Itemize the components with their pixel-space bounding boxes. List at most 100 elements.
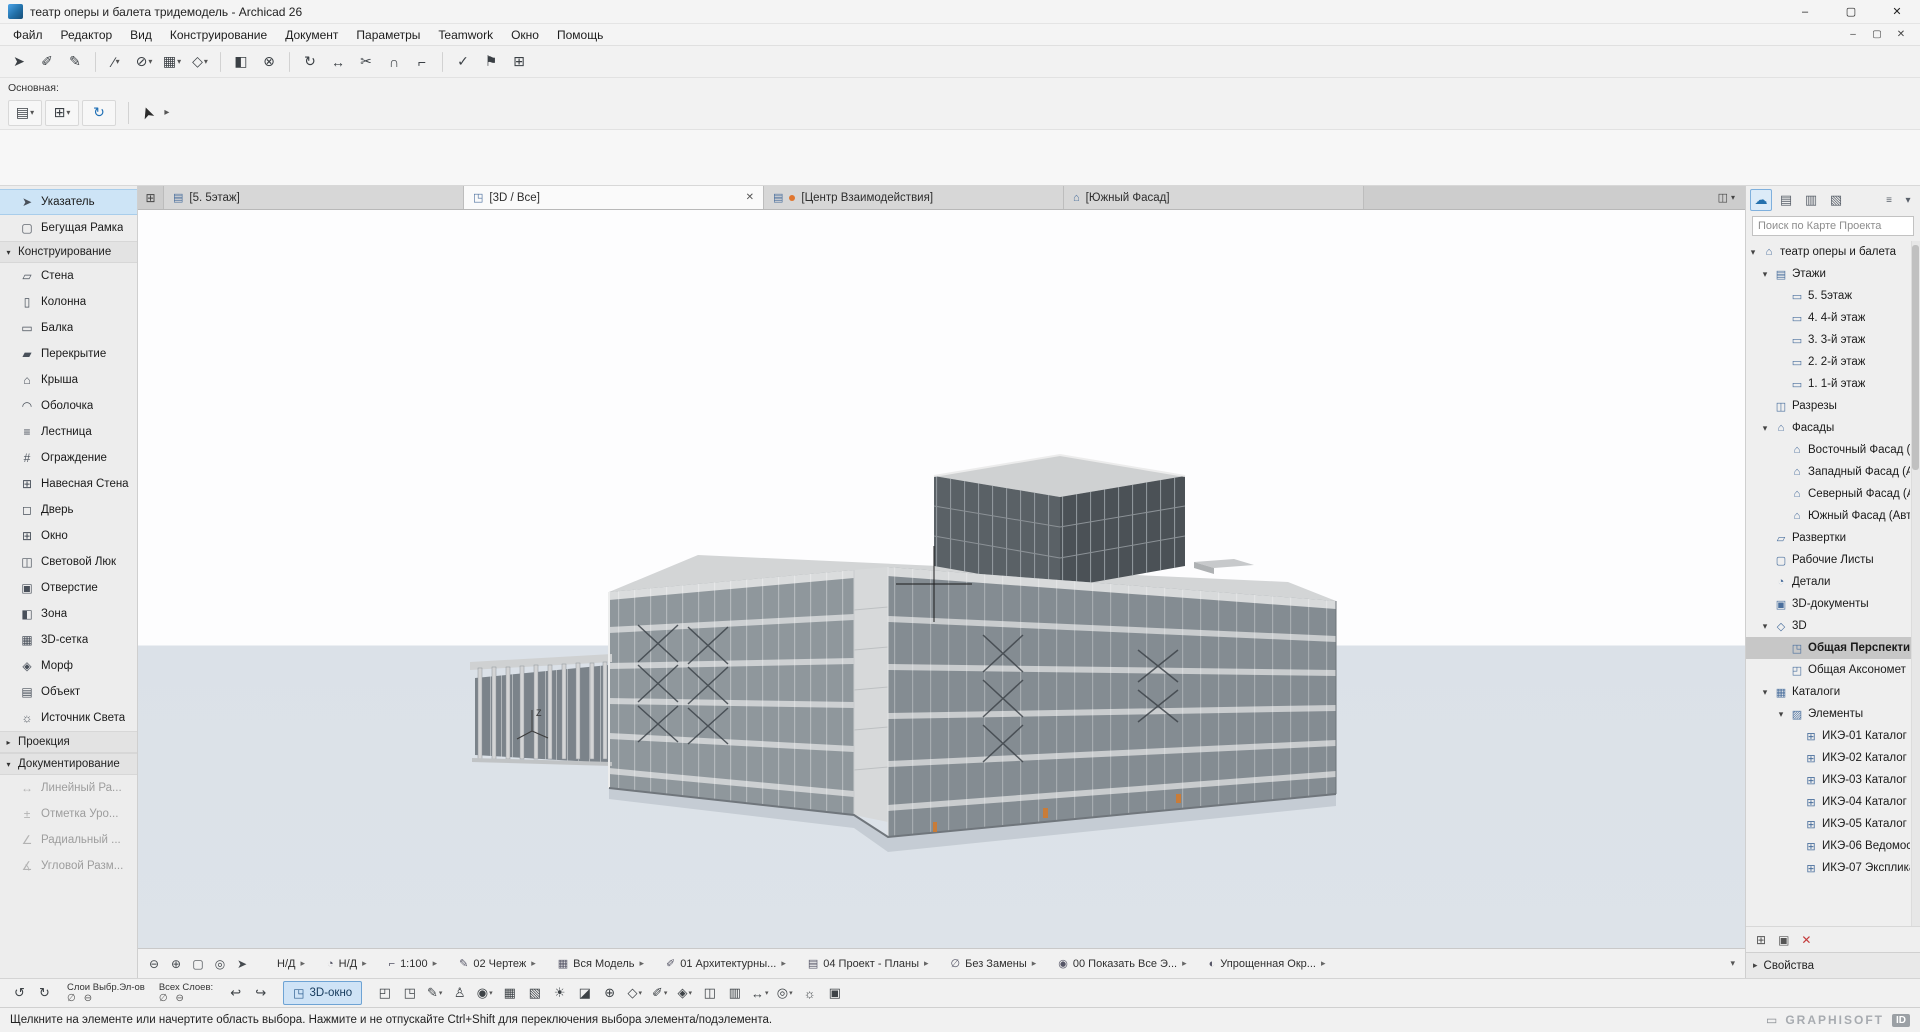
layer-toggle-icon[interactable]: ∅ <box>67 993 76 1004</box>
tree-row[interactable]: ▱ Развертки <box>1746 527 1920 549</box>
3d-view-button[interactable]: ◫ ▾ <box>698 982 721 1004</box>
navigator-map-icon[interactable]: ▤ <box>1775 189 1797 211</box>
toolbox-item[interactable]: ▰ Перекрытие <box>0 341 137 367</box>
tree-row[interactable]: ⌂ Северный Фасад (А <box>1746 483 1920 505</box>
3d-view-button[interactable]: ▦ ▾ <box>498 982 521 1004</box>
quickbar-combo[interactable]: ▤ 04 Проект - Планы ▸ <box>804 957 933 970</box>
3d-view-button[interactable]: ◈ ▾ <box>673 982 696 1004</box>
tree-row[interactable]: ◫ Разрезы <box>1746 395 1920 417</box>
toolbox-item[interactable]: ◻ Дверь <box>0 497 137 523</box>
document-tab[interactable]: ⌂ [Южный Фасад] ✕ <box>1064 186 1364 209</box>
navigator-action-icon[interactable]: ⊞ <box>1756 933 1766 947</box>
toolbox-item[interactable]: ▸ Проекция <box>0 731 137 753</box>
quickbar-icon[interactable]: ⊕ <box>166 954 186 974</box>
3d-view-button[interactable]: ◇ ▾ <box>623 982 646 1004</box>
minimize-button[interactable]: – <box>1782 0 1828 23</box>
menu-item[interactable]: Конструирование <box>161 28 276 42</box>
tree-row[interactable]: ▭ 4. 4-й этаж <box>1746 307 1920 329</box>
navigator-options-icon[interactable]: ▾ <box>1900 189 1916 211</box>
expand-chevron-icon[interactable]: ▸ <box>1753 960 1758 971</box>
3d-view-button[interactable]: ☼ ▾ <box>798 982 821 1004</box>
tree-row[interactable]: ▭ 5. 5этаж <box>1746 285 1920 307</box>
menu-item[interactable]: Документ <box>276 28 347 42</box>
tree-row[interactable]: ⊞ ИКЭ-05 Каталог С <box>1746 813 1920 835</box>
tree-row[interactable]: ◰ Общая Аксономет <box>1746 659 1920 681</box>
toolbox-item[interactable]: ▯ Колонна <box>0 289 137 315</box>
tab-list-icon[interactable]: ⊞ <box>138 186 164 209</box>
3d-view-button[interactable]: ✎ ▾ <box>423 982 446 1004</box>
toolbox-item[interactable]: ◧ Зона <box>0 601 137 627</box>
tree-row[interactable]: ⌂ Южный Фасад (Авт <box>1746 505 1920 527</box>
view-nav-icon[interactable]: ↪ <box>249 982 272 1004</box>
tree-row[interactable]: ▾ ⌂ театр оперы и балета <box>1746 241 1920 263</box>
toolbox-item[interactable]: ∡ Угловой Разм... <box>0 853 137 879</box>
document-tab[interactable]: ◳ [3D / Все] ✕ <box>464 186 764 209</box>
layer-toggle-icon[interactable]: ⊖ <box>84 993 92 1004</box>
3d-view-button[interactable]: ◪ ▾ <box>573 982 596 1004</box>
tree-chevron-icon[interactable]: ▾ <box>1748 247 1758 258</box>
3d-view-button[interactable]: ↔ ▾ <box>748 982 771 1004</box>
toolbar-button[interactable]: ✎ ▾ <box>62 50 88 74</box>
toolbox-item[interactable]: ◈ Морф <box>0 653 137 679</box>
quickbar-combo[interactable]: ⌐ 1:100 ▸ <box>385 958 442 970</box>
toolbox-item[interactable]: ▦ 3D-сетка <box>0 627 137 653</box>
layer-toggle-icon[interactable]: ∅ <box>159 993 168 1004</box>
toolbox-item[interactable]: ☼ Источник Света <box>0 705 137 731</box>
tab-close-icon[interactable]: ✕ <box>746 192 754 203</box>
restore-button[interactable]: ▢ <box>1828 0 1874 23</box>
quickbar-combo[interactable]: ✎ 02 Чертеж ▸ <box>455 957 540 970</box>
menu-item[interactable]: Вид <box>121 28 161 42</box>
toolbar-button[interactable]: ▾ <box>220 52 221 72</box>
tree-row[interactable]: ▾ ◇ 3D <box>1746 615 1920 637</box>
toolbox-item[interactable]: ⊞ Навесная Стена <box>0 471 137 497</box>
tree-row[interactable]: ▾ ⌂ Фасады <box>1746 417 1920 439</box>
document-tab[interactable]: ▤ [Центр Взаимодействия] ✕ <box>764 186 1064 209</box>
toolbox-item[interactable]: ➤ Указатель <box>0 189 137 215</box>
toolbox-item[interactable]: ◫ Световой Люк <box>0 549 137 575</box>
3d-viewport[interactable]: Z <box>138 210 1745 948</box>
tree-row[interactable]: ▾ ▤ Этажи <box>1746 263 1920 285</box>
tree-row[interactable]: ⊞ ИКЭ-01 Каталог С <box>1746 725 1920 747</box>
info-toolbar-button[interactable]: ▤ ▾ <box>8 100 42 126</box>
tree-row[interactable]: ▭ 1. 1-й этаж <box>1746 373 1920 395</box>
toolbox-item[interactable]: ◠ Оболочка <box>0 393 137 419</box>
toolbar-button[interactable]: ◇ ▾ <box>187 50 213 74</box>
toolbar-button[interactable]: ⊗ ▾ <box>256 50 282 74</box>
tree-row[interactable]: ⊞ ИКЭ-06 Ведомост <box>1746 835 1920 857</box>
toolbox-item[interactable]: ▭ Балка <box>0 315 137 341</box>
quickbar-combo[interactable]: ▦ Вся Модель ▸ <box>554 957 648 970</box>
toolbar-button[interactable]: ➤ ▾ <box>6 50 32 74</box>
tree-row[interactable]: ⊞ ИКЭ-04 Каталог С <box>1746 791 1920 813</box>
toolbox-item[interactable]: # Ограждение <box>0 445 137 471</box>
layer-toggle-icon[interactable]: ⊖ <box>176 993 184 1004</box>
tree-row[interactable]: ◳ Общая Перспекти <box>1746 637 1920 659</box>
info-toolbar-button[interactable]: ↻ ▾ <box>82 100 116 126</box>
tree-scrollbar[interactable] <box>1911 241 1920 926</box>
toolbar-button[interactable]: ↔ ▾ <box>325 50 351 74</box>
3d-view-button[interactable]: ▥ ▾ <box>723 982 746 1004</box>
toolbox-item[interactable]: ▾ Конструирование <box>0 241 137 263</box>
tree-row[interactable]: ▾ ▦ Каталоги <box>1746 681 1920 703</box>
tree-row[interactable]: ⊞ ИКЭ-02 Каталог В <box>1746 747 1920 769</box>
toolbar-button[interactable]: ▦ ▾ <box>159 50 185 74</box>
tree-row[interactable]: ⌂ Восточный Фасад ( <box>1746 439 1920 461</box>
3d-view-button[interactable]: ▧ ▾ <box>523 982 546 1004</box>
toolbar-button[interactable]: ⚑ ▾ <box>478 50 504 74</box>
quickbar-combo[interactable]: ◔ Н/Д ▸ <box>323 958 371 970</box>
navigator-action-icon[interactable]: ✕ <box>1801 933 1811 947</box>
quickbar-overflow-icon[interactable]: ▾ <box>1726 958 1739 969</box>
toolbar-button[interactable]: ✂ ▾ <box>353 50 379 74</box>
navigator-map-icon[interactable]: ▧ <box>1825 189 1847 211</box>
tree-chevron-icon[interactable]: ▾ <box>1760 423 1770 434</box>
quickbar-icon[interactable]: ➤ <box>232 954 252 974</box>
toolbox-item[interactable]: ▾ Документирование <box>0 753 137 775</box>
toolbar-button[interactable]: ⊘ ▾ <box>131 50 157 74</box>
3d-view-button[interactable]: ♙ ▾ <box>448 982 471 1004</box>
info-toolbar-button[interactable]: ⊞ ▾ <box>45 100 79 126</box>
toolbar-button[interactable]: ⊞ ▾ <box>506 50 532 74</box>
3d-view-button[interactable]: ◰ ▾ <box>373 982 396 1004</box>
toolbox-item[interactable]: ⊞ Окно <box>0 523 137 549</box>
close-button[interactable]: ✕ <box>1874 0 1920 23</box>
navigator-map-icon[interactable]: ☁ <box>1750 189 1772 211</box>
menu-item[interactable]: Файл <box>4 28 52 42</box>
